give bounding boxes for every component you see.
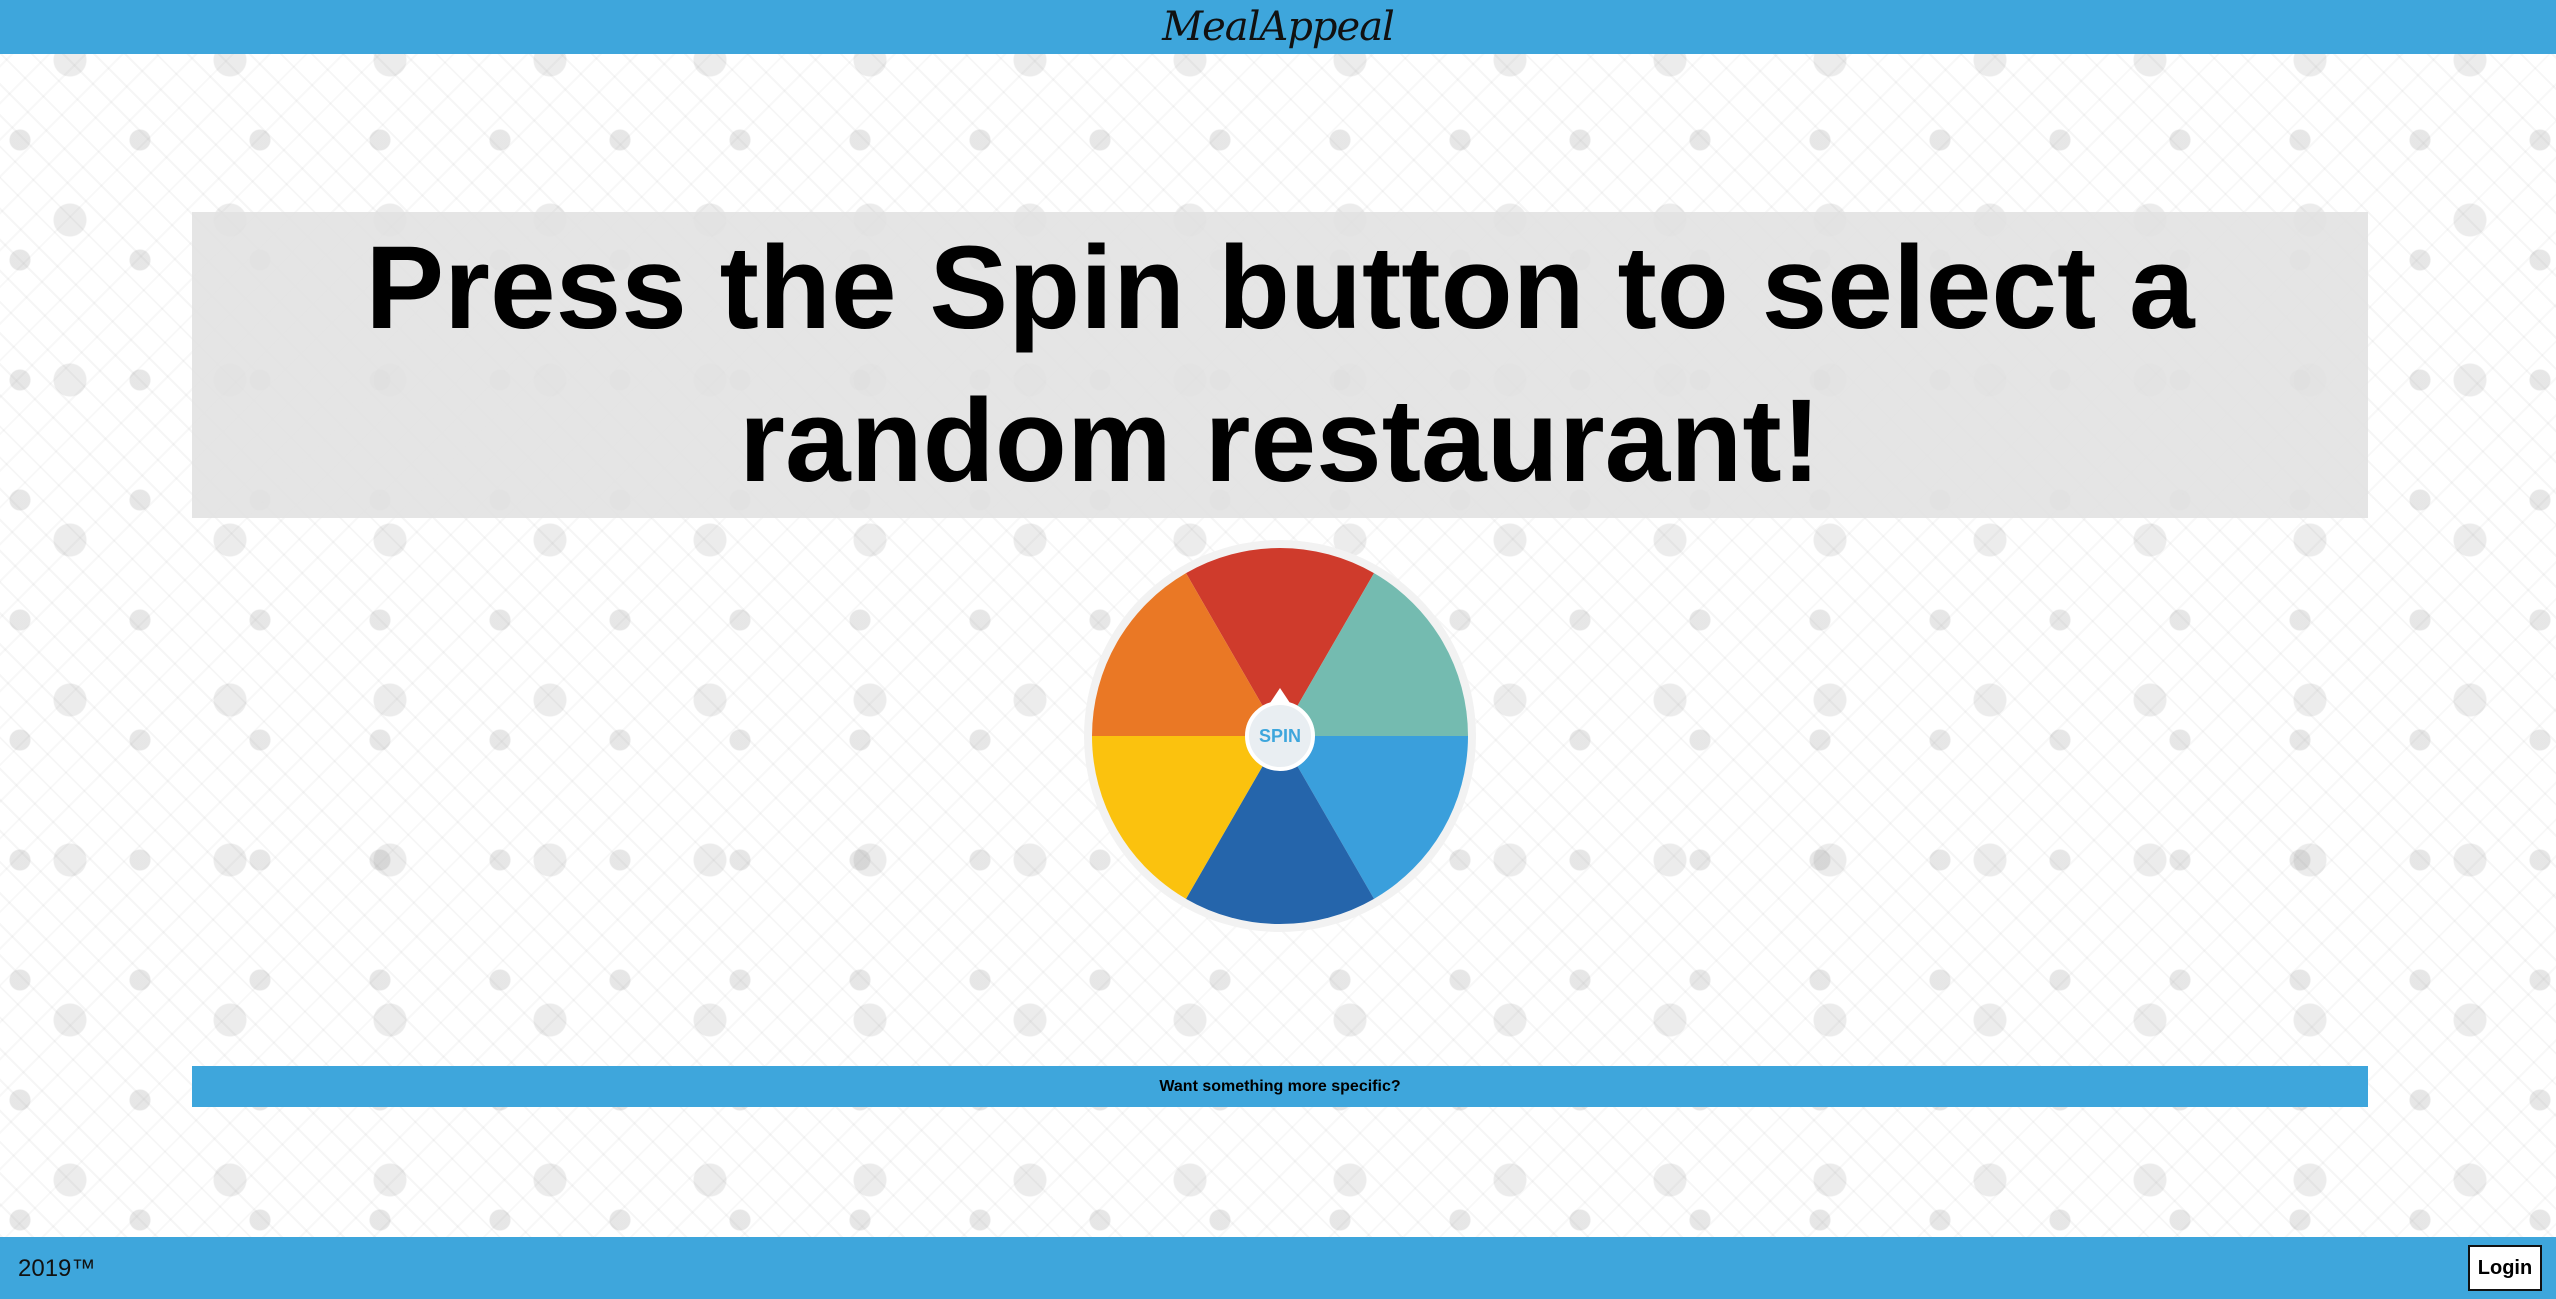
headline-panel: Press the Spin button to select a random…: [192, 212, 2368, 518]
spin-button[interactable]: SPIN: [1245, 701, 1315, 771]
brand-logo[interactable]: MealAppeal: [1162, 4, 1395, 50]
more-specific-button[interactable]: Want something more specific?: [192, 1066, 2368, 1107]
top-header: MealAppeal: [0, 0, 2556, 54]
page-headline: Press the Spin button to select a random…: [365, 222, 2195, 507]
copyright-text: 2019™: [18, 1255, 96, 1282]
login-button[interactable]: Login: [2468, 1245, 2542, 1291]
spin-wheel[interactable]: SPIN: [1082, 538, 1478, 934]
footer: 2019™ Login: [0, 1237, 2556, 1299]
more-specific-label: Want something more specific?: [1159, 1077, 1401, 1095]
